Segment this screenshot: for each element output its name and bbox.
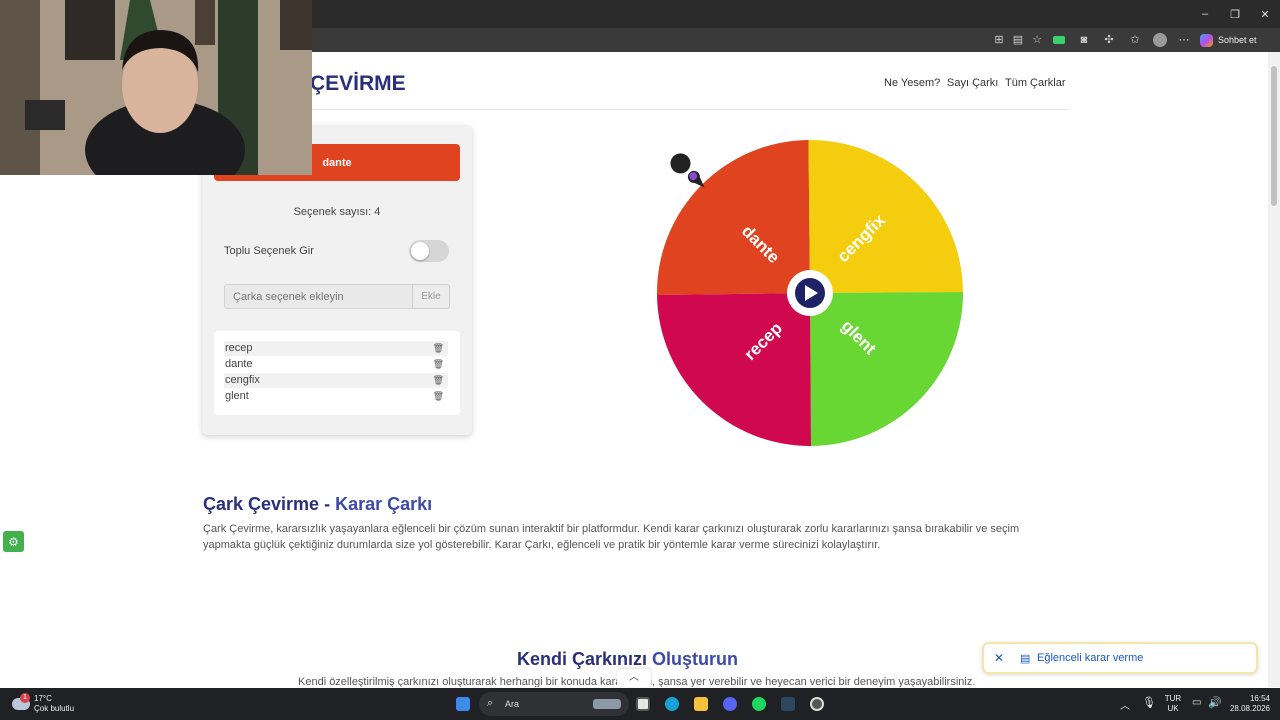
article-icon: ▤ (1020, 653, 1031, 665)
list-item: recep 🗑 (224, 341, 448, 356)
bulk-entry-label: Toplu Seçenek Gir (224, 245, 314, 257)
bulk-entry-toggle[interactable] (409, 240, 449, 262)
profile-avatar-icon[interactable] (1153, 33, 1167, 47)
obs-icon[interactable] (810, 697, 824, 711)
spotify-icon[interactable] (752, 697, 766, 711)
clock-date: 28.08.2026 (1229, 704, 1270, 713)
decision-wheel[interactable]: dante cengfix glent recep (652, 135, 972, 455)
trash-icon[interactable]: 🗑 (433, 389, 444, 404)
list-item-label: dante (225, 358, 253, 370)
article-title-main: Çark Çevirme - (203, 494, 336, 514)
nav-ne-yesem[interactable]: Ne Yesem? (884, 77, 940, 89)
site-logo-text[interactable]: ÇEVİRME (310, 72, 406, 96)
volume-icon[interactable]: 🔊 (1208, 696, 1222, 709)
options-list: recep 🗑 dante 🗑 cengfix 🗑 glent 🗑 (214, 331, 460, 415)
copilot-icon (1200, 33, 1213, 47)
nav-tum-carklar[interactable]: Tüm Çarklar (1005, 77, 1066, 89)
wheel-segment (657, 293, 811, 447)
wheel-segment (810, 292, 964, 446)
nav-sayi-carki[interactable]: Sayı Çarkı (947, 77, 998, 89)
task-view-icon[interactable] (636, 697, 650, 711)
taskbar-search[interactable]: ⌕ Ara (479, 692, 629, 716)
tray-chevron-up-icon[interactable]: ︿ (1120, 697, 1130, 712)
list-item: cengfix 🗑 (224, 373, 448, 388)
app-available-icon[interactable]: ⊞ (992, 33, 1006, 47)
list-item-label: glent (225, 390, 249, 402)
notification-toast[interactable]: ✕ ▤ Eğlenceli karar verme (982, 642, 1258, 674)
trash-icon[interactable]: 🗑 (433, 341, 444, 356)
header-divider (205, 109, 1068, 110)
settings-gear-icon[interactable]: ⚙ (3, 531, 24, 552)
scrollbar-thumb[interactable] (1271, 66, 1277, 206)
network-icon[interactable]: ▭ (1192, 697, 1201, 708)
steam-icon[interactable] (781, 697, 795, 711)
add-option-input[interactable] (224, 284, 413, 309)
more-options-icon[interactable]: ⋯ (1177, 33, 1191, 47)
language-top: TUR (1164, 694, 1182, 703)
microphone-icon[interactable]: 🎙 (1142, 696, 1156, 709)
list-item-label: cengfix (225, 374, 260, 386)
streamer-camera-image (0, 0, 312, 175)
file-explorer-icon[interactable] (694, 697, 708, 711)
search-icon: ⌕ (487, 697, 494, 709)
page-scrollbar[interactable] (1268, 52, 1280, 687)
discord-icon[interactable] (723, 697, 737, 711)
copilot-label: Sohbet et (1218, 35, 1257, 45)
extension-green-icon[interactable] (1053, 36, 1065, 44)
start-windows-icon[interactable] (456, 697, 470, 711)
favorite-star-icon[interactable]: ☆ (1030, 33, 1044, 47)
trash-icon[interactable]: 🗑 (433, 357, 444, 372)
edge-browser-icon[interactable] (665, 697, 679, 711)
minimize-button[interactable]: – (1190, 0, 1220, 28)
list-item: glent 🗑 (224, 389, 448, 404)
add-option-button[interactable]: Ekle (412, 284, 450, 309)
copilot-chat-button[interactable]: Sohbet et (1200, 31, 1257, 49)
weather-badge: 1 (20, 693, 30, 703)
webcam-overlay (0, 0, 312, 175)
close-window-button[interactable]: ✕ (1250, 0, 1280, 28)
article-title: Çark Çevirme - Karar Çarkı (203, 494, 432, 515)
language-bottom: UK (1167, 704, 1179, 713)
wheel-segment (808, 139, 963, 293)
extensions-puzzle-icon[interactable]: ✣ (1102, 33, 1116, 47)
section-title-accent: Oluşturun (652, 649, 739, 669)
maximize-button[interactable]: ❐ (1220, 0, 1250, 28)
close-icon[interactable]: ✕ (994, 651, 1004, 665)
reading-view-icon[interactable]: ▤ (1011, 33, 1025, 47)
section-title-main: Kendi Çarkınızı (516, 649, 653, 669)
list-item-label: recep (225, 342, 253, 354)
language-indicator[interactable]: TUR UK (1162, 694, 1184, 714)
weather-condition: Çok bulutlu (34, 704, 75, 713)
article-paragraph: Çark Çevirme, kararsızlık yaşayanlara eğ… (203, 523, 1020, 551)
search-highlight-icon (593, 699, 621, 709)
toggle-knob (411, 242, 429, 260)
weather-temperature: 17°C (34, 694, 52, 703)
clock-time: 16:54 (1249, 694, 1270, 703)
weather-widget[interactable]: 17°C Çok bulutlu (34, 694, 74, 714)
option-count: Seçenek sayısı: 4 (293, 206, 381, 218)
list-item: dante 🗑 (224, 357, 448, 372)
favorites-list-icon[interactable]: ✩ (1128, 33, 1142, 47)
extension-mask-icon[interactable]: ◙ (1077, 33, 1091, 47)
system-clock[interactable]: 16:54 28.08.2026 (1226, 694, 1270, 714)
trash-icon[interactable]: 🗑 (433, 373, 444, 388)
search-label: Ara (505, 699, 520, 709)
windows-taskbar: 1 17°C Çok bulutlu ⌕ Ara ︿ 🎙 TUR UK ▭ 🔊 … (0, 688, 1280, 720)
toast-text: Eğlenceli karar verme (1037, 652, 1144, 664)
chevron-up-icon[interactable]: ︿ (617, 669, 651, 687)
article-title-accent: Karar Çarkı (335, 494, 433, 514)
